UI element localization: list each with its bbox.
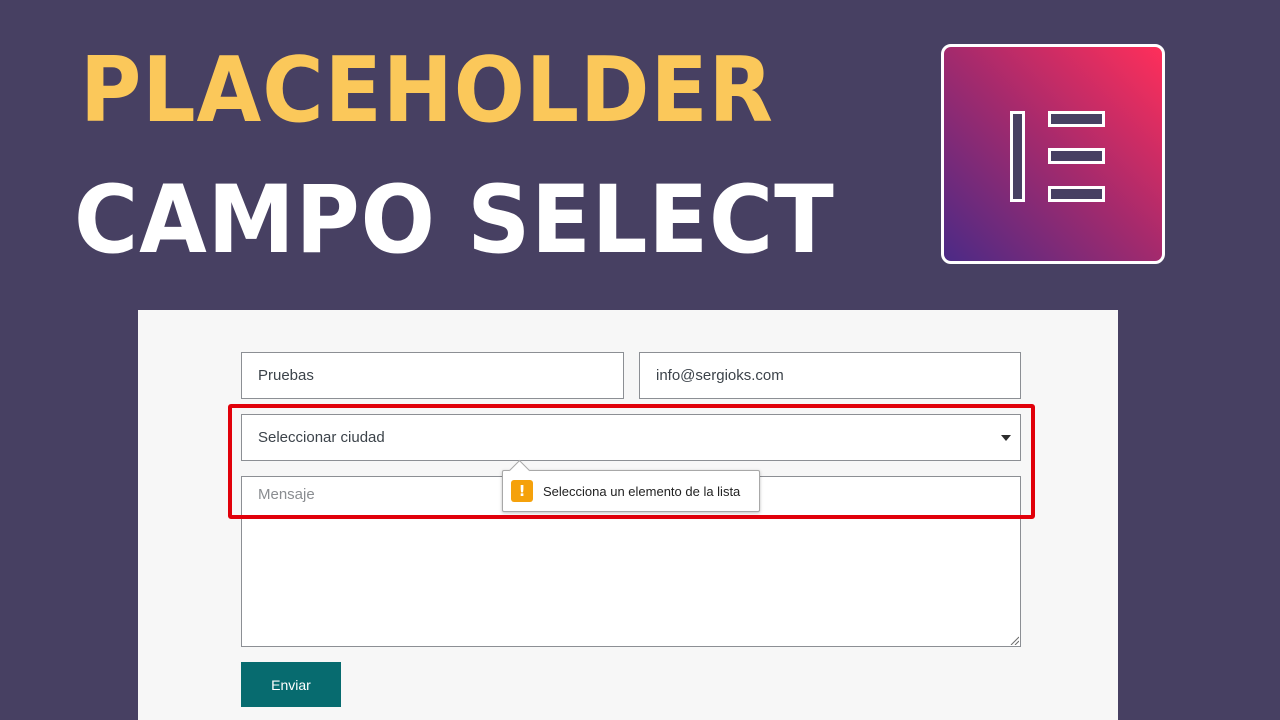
title-line-placeholder: PLACEHOLDER — [80, 38, 774, 143]
resize-handle-icon[interactable] — [1009, 635, 1019, 645]
warning-icon: ! — [511, 480, 533, 502]
email-field-value: info@sergioks.com — [656, 367, 784, 384]
name-field-value: Pruebas — [258, 367, 314, 384]
elementor-logo-icon — [1010, 111, 1105, 202]
send-button[interactable]: Enviar — [241, 662, 341, 707]
email-field[interactable]: info@sergioks.com — [639, 352, 1021, 399]
validation-tooltip: ! Selecciona un elemento de la lista — [502, 459, 760, 512]
name-field[interactable]: Pruebas — [241, 352, 624, 399]
elementor-logo — [941, 44, 1165, 264]
validation-message: Selecciona un elemento de la lista — [543, 483, 741, 499]
title-line-campo-select: CAMPO SELECT — [74, 166, 835, 275]
